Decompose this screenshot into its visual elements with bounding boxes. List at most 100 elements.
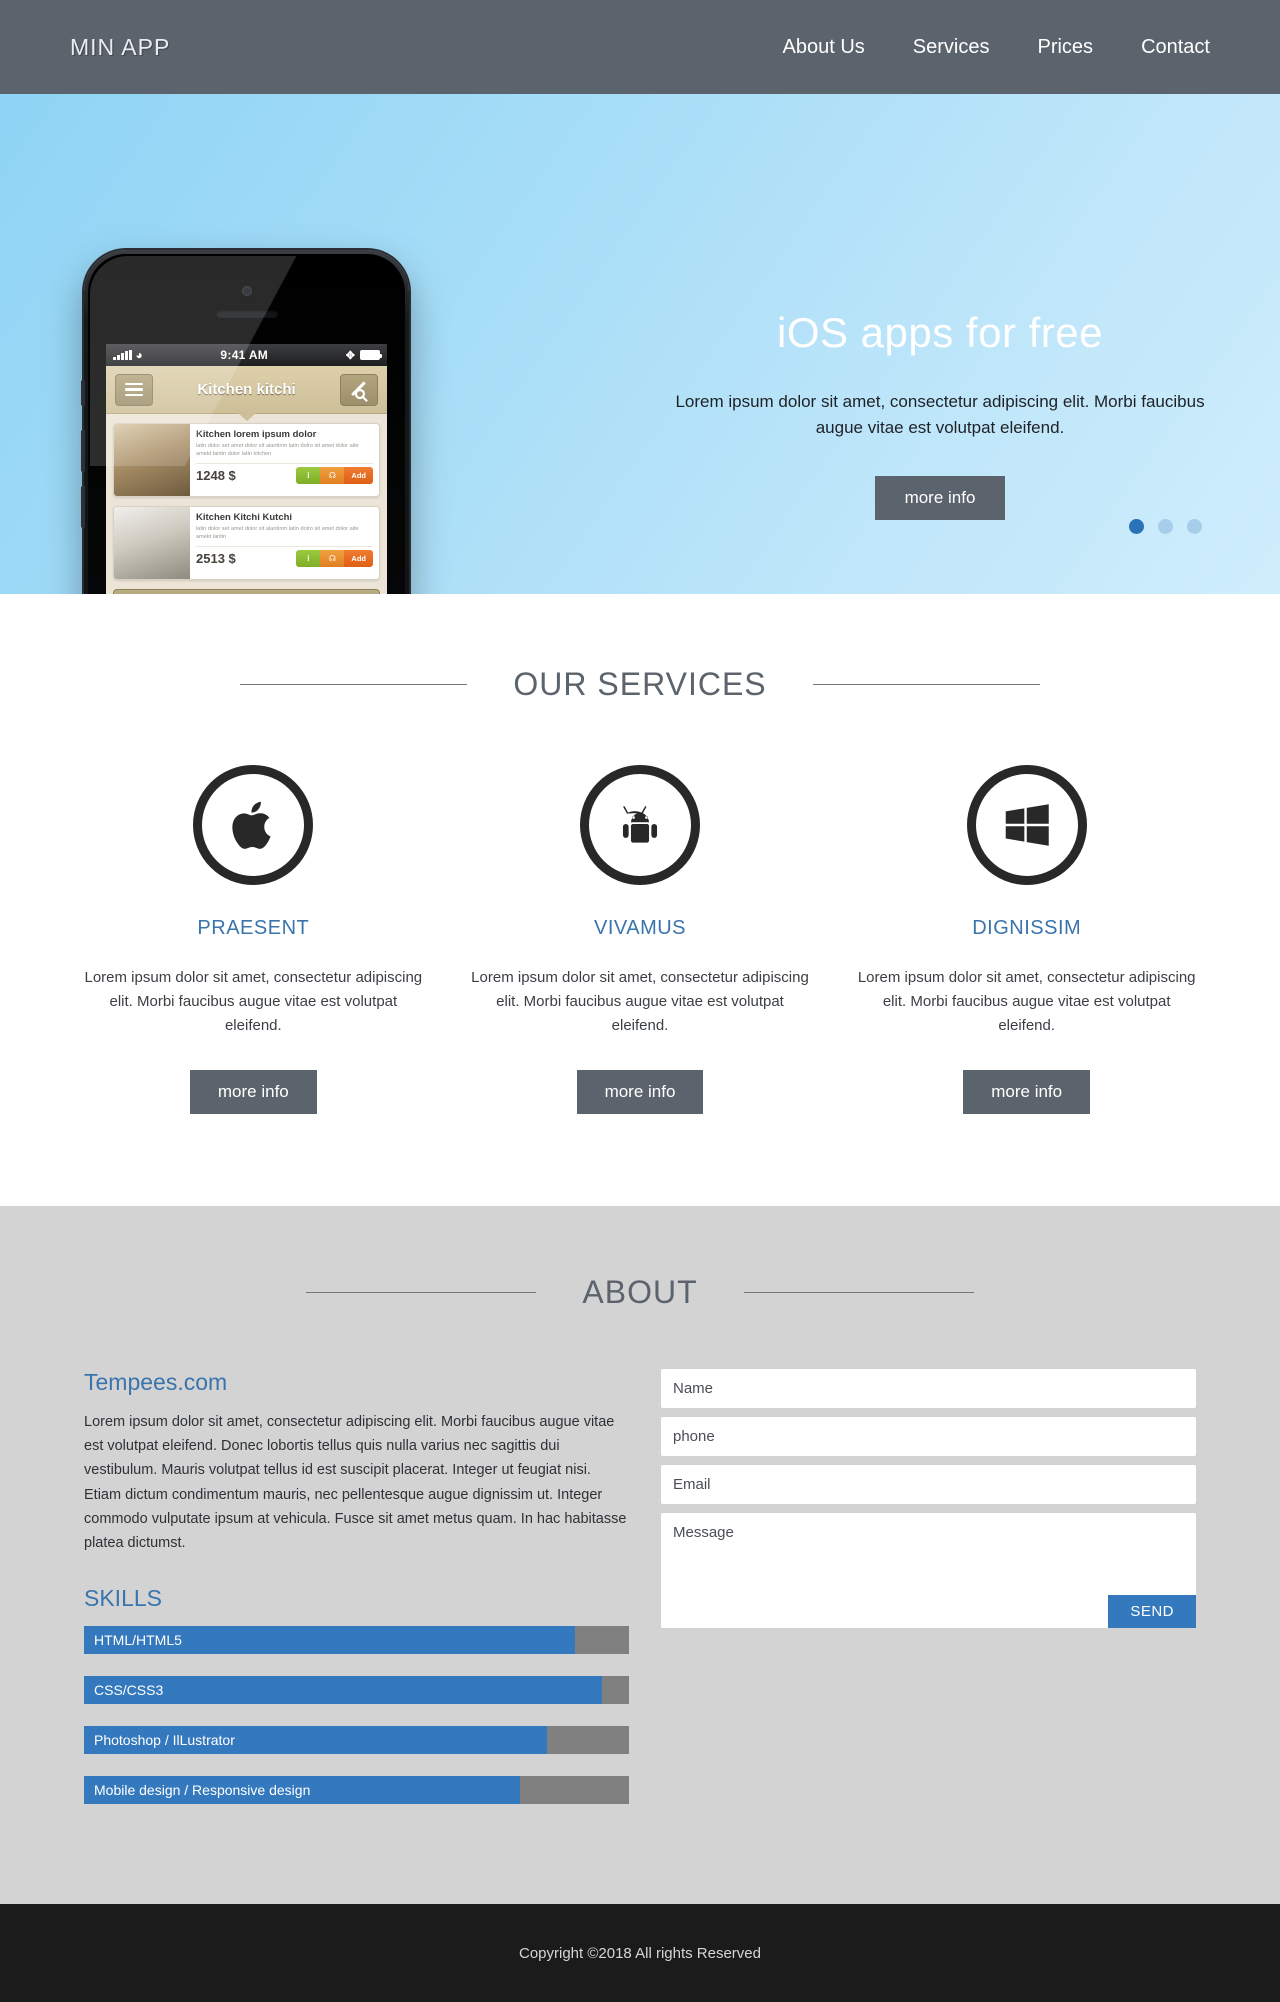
skill-bar-fill: Photoshop / IlLustrator	[84, 1726, 548, 1755]
add-to-cart-button[interactable]: Add	[344, 549, 373, 567]
hamburger-menu-icon[interactable]	[115, 373, 153, 406]
hero-copy: iOS apps for free Lorem ipsum dolor sit …	[640, 309, 1240, 520]
android-icon	[580, 765, 700, 885]
about-heading: ABOUT	[582, 1274, 698, 1310]
battery-icon	[359, 350, 382, 360]
nav-link-contact[interactable]: Contact	[1141, 36, 1210, 59]
phone-field[interactable]	[661, 1417, 1196, 1456]
heading-rule-left	[240, 684, 468, 685]
phone-side-button	[81, 380, 85, 406]
product-title: Kitchen Kitchi Kutchi	[196, 512, 293, 523]
services-section: OUR SERVICES PRAESENT Lorem ipsum dolor …	[0, 594, 1280, 1206]
skills-title: SKILLS	[84, 1585, 162, 1612]
carousel-dot-3[interactable]	[1187, 519, 1202, 534]
product-price: 2513 $	[196, 550, 236, 566]
service-name: VIVAMUS	[593, 917, 687, 939]
about-grid: Tempees.com Lorem ipsum dolor sit amet, …	[0, 1369, 1280, 1826]
phone-clock: 9:41 AM	[220, 348, 269, 362]
hero-title: iOS apps for free	[777, 309, 1103, 356]
hero-subtitle: Lorem ipsum dolor sit amet, consectetur …	[675, 392, 1205, 438]
product-title: Kitchen lorem ipsum dolor	[196, 429, 317, 440]
services-heading-row: OUR SERVICES	[0, 666, 1280, 703]
heading-rule-right	[812, 684, 1040, 685]
skill-bar-html: HTML/HTML5	[84, 1626, 629, 1655]
about-left-column: Tempees.com Lorem ipsum dolor sit amet, …	[84, 1369, 629, 1826]
phone-mockup: ◕ 9:41 AM ✥ Kitchen kitchi ⚲ Kitchen lor…	[81, 250, 409, 594]
service-more-info-button[interactable]: more info	[576, 1070, 704, 1114]
bluetooth-icon: ✥	[345, 349, 355, 362]
product-price: 1248 $	[196, 467, 236, 483]
click-here-now-button[interactable]: Click here now	[113, 589, 380, 594]
phone-camera	[241, 286, 252, 296]
phone-speaker	[215, 310, 278, 318]
service-text: Lorem ipsum dolor sit amet, consectetur …	[84, 969, 423, 1034]
skill-bar-mobile: Mobile design / Responsive design	[84, 1776, 629, 1805]
service-card-praesent: PRAESENT Lorem ipsum dolor sit amet, con…	[60, 765, 447, 1114]
service-name: PRAESENT	[197, 917, 310, 939]
phone-status-bar: ◕ 9:41 AM ✥	[106, 344, 387, 366]
add-to-cart-button[interactable]: Add	[344, 466, 373, 484]
skill-label: Photoshop / IlLustrator	[94, 1732, 235, 1749]
product-card[interactable]: Kitchen lorem ipsum dolor latin dolor se…	[113, 423, 380, 497]
hero-banner: ◕ 9:41 AM ✥ Kitchen kitchi ⚲ Kitchen lor…	[0, 94, 1280, 594]
app-content: Kitchen lorem ipsum dolor latin dolor se…	[106, 414, 387, 594]
carousel-dot-1[interactable]	[1129, 519, 1144, 534]
carousel-dot-2[interactable]	[1158, 519, 1173, 534]
heading-rule-left	[306, 1292, 537, 1293]
about-text: Lorem ipsum dolor sit amet, consectetur …	[84, 1414, 627, 1552]
cart-icon[interactable]: ☊	[320, 466, 345, 484]
skill-label: Mobile design / Responsive design	[94, 1782, 311, 1799]
search-icon[interactable]: ⚲	[339, 373, 378, 407]
info-icon[interactable]: i	[296, 549, 321, 567]
nav-link-prices[interactable]: Prices	[1037, 36, 1093, 59]
site-footer: Copyright ©2018 All rights Reserved	[0, 1904, 1280, 2002]
apple-icon	[193, 765, 314, 885]
copyright-text: Copyright ©2018 All rights Reserved	[518, 1944, 761, 1962]
main-nav: About Us Services Prices Contact	[783, 36, 1210, 59]
about-section: ABOUT Tempees.com Lorem ipsum dolor sit …	[0, 1206, 1280, 1905]
nav-link-about-us[interactable]: About Us	[783, 36, 865, 59]
email-field[interactable]	[661, 1465, 1196, 1504]
send-button[interactable]: SEND	[1108, 1595, 1196, 1628]
skill-bar-fill: CSS/CSS3	[84, 1676, 602, 1705]
wifi-icon: ◕	[135, 348, 143, 362]
about-heading-row: ABOUT	[0, 1274, 1280, 1311]
skill-bar-fill: Mobile design / Responsive design	[84, 1776, 520, 1805]
service-more-info-button[interactable]: more info	[189, 1070, 317, 1114]
info-icon[interactable]: i	[296, 466, 321, 484]
skill-bar-css: CSS/CSS3	[84, 1676, 629, 1705]
windows-icon	[966, 765, 1087, 885]
service-text: Lorem ipsum dolor sit amet, consectetur …	[471, 969, 809, 1034]
app-title: Kitchen kitchi	[197, 381, 296, 398]
heading-rule-right	[743, 1292, 974, 1293]
product-description: latin dolor set amet dolor sit alantinm …	[196, 443, 359, 458]
service-name: DIGNISSIM	[972, 917, 1082, 939]
product-thumbnail	[114, 507, 190, 579]
skill-label: HTML/HTML5	[94, 1632, 182, 1649]
skill-bar-photoshop: Photoshop / IlLustrator	[84, 1726, 629, 1755]
product-thumbnail	[114, 424, 190, 496]
name-field[interactable]	[661, 1369, 1196, 1408]
carousel-dots	[1129, 519, 1202, 534]
services-grid: PRAESENT Lorem ipsum dolor sit amet, con…	[0, 765, 1280, 1114]
phone-volume-down-button	[81, 486, 85, 528]
signal-bars-icon	[113, 349, 132, 360]
nav-link-services[interactable]: Services	[913, 36, 990, 59]
site-header: MIN APP About Us Services Prices Contact	[0, 0, 1280, 94]
services-heading: OUR SERVICES	[513, 666, 767, 702]
service-more-info-button[interactable]: more info	[963, 1070, 1091, 1114]
site-logo[interactable]: MIN APP	[70, 34, 170, 61]
service-text: Lorem ipsum dolor sit amet, consectetur …	[857, 969, 1196, 1034]
skill-label: CSS/CSS3	[94, 1682, 164, 1699]
about-title: Tempees.com	[84, 1369, 228, 1395]
service-card-vivamus: VIVAMUS Lorem ipsum dolor sit amet, cons…	[447, 765, 834, 1114]
product-description: latin dolor set amet dolor sit alantinm …	[196, 526, 359, 541]
hero-more-info-button[interactable]: more info	[874, 475, 1006, 520]
phone-screen: ◕ 9:41 AM ✥ Kitchen kitchi ⚲ Kitchen lor…	[106, 344, 387, 594]
cart-icon[interactable]: ☊	[320, 549, 345, 567]
skill-bar-fill: HTML/HTML5	[84, 1626, 575, 1655]
phone-volume-up-button	[81, 430, 85, 472]
product-card[interactable]: Kitchen Kitchi Kutchi latin dolor set am…	[113, 506, 380, 580]
contact-form: SEND	[661, 1369, 1196, 1628]
app-navbar: Kitchen kitchi ⚲	[106, 366, 387, 421]
